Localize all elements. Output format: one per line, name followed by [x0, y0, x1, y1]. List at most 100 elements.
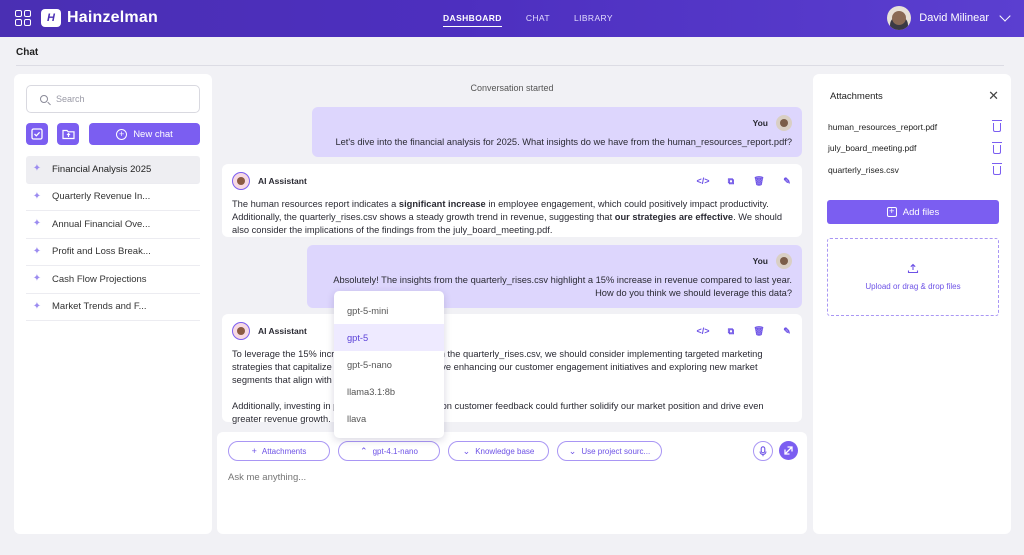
chat-item-label: Cash Flow Projections — [52, 273, 147, 285]
model-option-llava[interactable]: llava — [334, 405, 444, 432]
user-message: You Let's dive into the financial analys… — [312, 107, 802, 157]
copy-icon[interactable]: ⧉ — [726, 176, 736, 186]
microphone-icon — [759, 445, 767, 456]
send-button[interactable] — [779, 441, 798, 460]
project-sources-button[interactable]: ⌄ Use project sourc... — [557, 441, 662, 461]
attachment-list: human_resources_report.pdf july_board_me… — [828, 116, 1002, 181]
upload-icon — [907, 263, 919, 274]
message-toolbar: </> ⧉ 🗑︎ ✎ — [697, 326, 792, 336]
chat-item-label: Market Trends and F... — [52, 301, 147, 313]
project-sources-label: Use project sourc... — [581, 446, 651, 456]
model-option-gpt-5[interactable]: gpt-5 — [334, 324, 444, 351]
chat-item-profit-loss[interactable]: ✦ Profit and Loss Break... — [26, 239, 200, 266]
sparkle-icon: ✦ — [32, 190, 42, 202]
code-icon[interactable]: </> — [697, 176, 710, 186]
attachments-button[interactable]: + Attachments — [228, 441, 330, 461]
plus-circle-icon: + — [116, 128, 128, 140]
attachments-label: Attachments — [261, 446, 307, 456]
chat-item-label: Quarterly Revenue In... — [52, 191, 151, 203]
send-icon — [784, 446, 793, 455]
chat-item-label: Profit and Loss Break... — [52, 246, 151, 258]
sender-name: You — [752, 255, 768, 266]
message-input[interactable] — [228, 472, 628, 483]
nav-library[interactable]: LIBRARY — [574, 13, 613, 27]
assistant-avatar — [232, 322, 250, 340]
edit-icon[interactable]: ✎ — [782, 176, 792, 186]
logo[interactable]: H Hainzelman — [41, 9, 158, 27]
chat-item-annual-financial[interactable]: ✦ Annual Financial Ove... — [26, 211, 200, 239]
model-option-llama3-1-8b[interactable]: llama3.1:8b — [334, 378, 444, 405]
file-name: july_board_meeting.pdf — [828, 143, 917, 154]
sparkle-icon: ✦ — [32, 273, 42, 285]
chat-item-market-trends[interactable]: ✦ Market Trends and F... — [26, 294, 200, 321]
chat-sidebar: Search + New chat ✦ Financial Analysis 2… — [14, 74, 212, 534]
chat-list: ✦ Financial Analysis 2025 ✦ Quarterly Re… — [26, 156, 200, 321]
message-toolbar: </> ⧉ 🗑︎ ✎ — [697, 176, 792, 186]
sender-name: AI Assistant — [258, 325, 307, 336]
nav-chat[interactable]: CHAT — [526, 13, 550, 27]
import-folder-button[interactable] — [57, 123, 79, 145]
model-dropdown: gpt-5-mini gpt-5 gpt-5-nano llama3.1:8b … — [334, 291, 444, 438]
edit-icon[interactable]: ✎ — [782, 326, 792, 336]
message-header: AI Assistant </> ⧉ 🗑︎ ✎ — [232, 172, 792, 190]
user-name: David Milinear — [919, 12, 989, 24]
chat-item-cash-flow[interactable]: ✦ Cash Flow Projections — [26, 266, 200, 294]
message-text-line: Absolutely! The insights from the quarte… — [333, 275, 792, 285]
dropzone-label: Upload or drag & drop files — [865, 282, 961, 291]
avatar — [776, 253, 792, 269]
file-name: human_resources_report.pdf — [828, 121, 938, 132]
top-navigation-bar: H Hainzelman DASHBOARD CHAT LIBRARY Davi… — [0, 0, 1024, 37]
page-title: Chat — [16, 47, 39, 58]
microphone-button[interactable] — [753, 441, 773, 461]
plus-icon: + — [251, 446, 257, 456]
app-grid-icon[interactable] — [15, 10, 31, 26]
sparkle-icon: ✦ — [32, 218, 42, 230]
knowledge-base-button[interactable]: ⌄ Knowledge base — [448, 441, 549, 461]
attachments-title: Attachments — [830, 91, 883, 102]
search-placeholder: Search — [56, 94, 85, 104]
composer: + Attachments ⌃ gpt-4.1-nano ⌄ Knowledge… — [217, 432, 807, 534]
sparkle-icon: ✦ — [32, 300, 42, 312]
sender-name: AI Assistant — [258, 175, 307, 186]
user-menu[interactable]: David Milinear — [887, 6, 1011, 30]
message-text: The human resources report indicates a s… — [232, 198, 792, 237]
add-files-button[interactable]: + Add files — [827, 200, 999, 224]
add-files-label: Add files — [902, 206, 940, 218]
trash-icon[interactable] — [992, 163, 1002, 176]
trash-icon[interactable]: 🗑︎ — [753, 176, 764, 186]
avatar — [887, 6, 912, 30]
checkbox-icon — [31, 128, 43, 140]
conversation-panel: Conversation started You Let's dive into… — [217, 74, 807, 534]
trash-icon[interactable] — [992, 120, 1002, 133]
bold-segment: our strategies are effective — [614, 212, 734, 222]
attachment-item: quarterly_rises.csv — [828, 159, 1002, 181]
model-option-gpt-5-mini[interactable]: gpt-5-mini — [334, 297, 444, 324]
add-icon: + — [886, 207, 897, 217]
sparkle-icon: ✦ — [32, 245, 42, 257]
assistant-message: AI Assistant </> ⧉ 🗑︎ ✎ The human resour… — [222, 164, 802, 237]
trash-icon[interactable] — [992, 141, 1002, 154]
chevron-down-icon: ⌄ — [462, 445, 471, 456]
model-label: gpt-4.1-nano — [372, 446, 418, 456]
model-option-gpt-5-nano[interactable]: gpt-5-nano — [334, 351, 444, 378]
model-selector-button[interactable]: ⌃ gpt-4.1-nano — [338, 441, 440, 461]
new-chat-button[interactable]: + New chat — [89, 123, 200, 145]
assistant-avatar — [232, 172, 250, 190]
code-icon[interactable]: </> — [697, 326, 710, 336]
trash-icon[interactable]: 🗑︎ — [753, 326, 764, 336]
close-icon[interactable]: ✕ — [988, 88, 999, 104]
message-text: Let's dive into the financial analysis f… — [335, 137, 792, 147]
file-dropzone[interactable]: Upload or drag & drop files — [827, 238, 999, 316]
nav-dashboard[interactable]: DASHBOARD — [443, 13, 502, 27]
chevron-up-icon: ⌃ — [360, 445, 368, 456]
copy-icon[interactable]: ⧉ — [726, 326, 736, 336]
search-input[interactable]: Search — [26, 85, 200, 113]
logo-mark-icon: H — [41, 9, 61, 27]
folder-upload-icon — [61, 129, 75, 140]
select-chats-button[interactable] — [26, 123, 48, 145]
chat-item-financial-analysis-2025[interactable]: ✦ Financial Analysis 2025 — [26, 156, 200, 184]
message-header: You — [317, 253, 792, 269]
chevron-down-icon[interactable] — [999, 10, 1011, 22]
attachment-item: july_board_meeting.pdf — [828, 138, 1002, 160]
chat-item-quarterly-revenue[interactable]: ✦ Quarterly Revenue In... — [26, 184, 200, 211]
